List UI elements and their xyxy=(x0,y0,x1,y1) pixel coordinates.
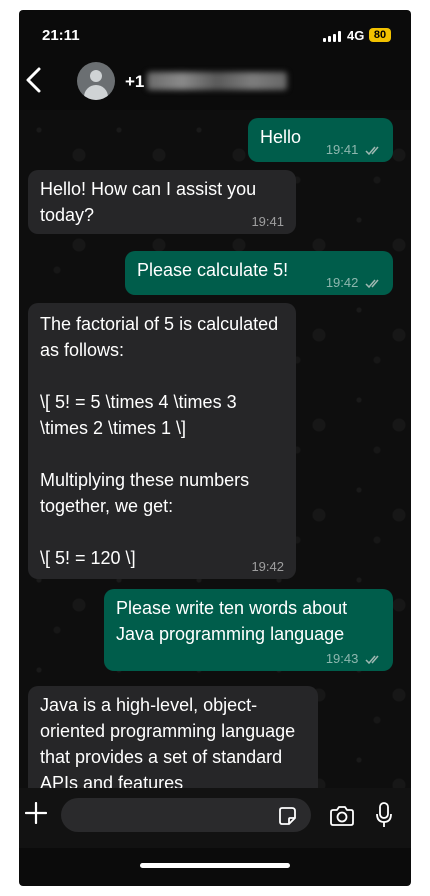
message-bubble-outgoing[interactable]: Please write ten words about Java progra… xyxy=(104,589,393,671)
plus-icon[interactable] xyxy=(25,802,47,824)
message-meta: 19:42 xyxy=(326,276,383,290)
phone-screen: 21:11 4G 80 +1 Hello 19:41 Hello! How ca… xyxy=(19,10,411,886)
microphone-icon[interactable] xyxy=(375,802,393,828)
network-label: 4G xyxy=(347,28,365,43)
sticker-icon[interactable] xyxy=(277,806,297,826)
home-indicator[interactable] xyxy=(140,863,290,868)
message-input[interactable] xyxy=(61,798,311,832)
status-bar: 21:11 4G 80 xyxy=(19,10,411,54)
message-meta: 19:41 xyxy=(251,215,284,229)
message-text: Hello! How can I assist you today? xyxy=(40,179,262,225)
signal-icon xyxy=(323,31,341,42)
message-text: The factorial of 5 is calculated as foll… xyxy=(40,314,279,568)
message-meta: 19:41 xyxy=(326,143,383,157)
read-receipt-icon xyxy=(365,655,379,664)
back-arrow-icon[interactable] xyxy=(23,66,47,94)
message-time: 19:41 xyxy=(251,214,284,229)
message-meta: 19:42 xyxy=(251,560,284,574)
message-time: 19:42 xyxy=(251,559,284,574)
chat-header: +1 xyxy=(19,54,411,110)
camera-icon[interactable] xyxy=(329,805,355,827)
status-time: 21:11 xyxy=(42,27,80,44)
read-receipt-icon xyxy=(365,146,379,155)
message-bubble-incoming[interactable]: Hello! How can I assist you today? 19:41 xyxy=(28,170,296,234)
message-bubble-outgoing[interactable]: Please calculate 5! 19:42 xyxy=(125,251,393,295)
redacted-contact-number xyxy=(147,72,287,90)
message-text: Please write ten words about Java progra… xyxy=(116,598,353,644)
message-input-bar xyxy=(19,788,411,848)
message-time: 19:43 xyxy=(325,651,359,666)
message-bubble-incoming[interactable]: The factorial of 5 is calculated as foll… xyxy=(28,303,296,579)
message-time: 19:42 xyxy=(325,275,359,290)
message-time: 19:41 xyxy=(325,142,359,157)
contact-name[interactable]: +1 xyxy=(125,72,144,92)
read-receipt-icon xyxy=(365,279,379,288)
message-bubble-outgoing[interactable]: Hello 19:41 xyxy=(248,118,393,162)
chat-area[interactable]: Hello 19:41 Hello! How can I assist you … xyxy=(19,110,411,816)
avatar[interactable] xyxy=(77,62,115,100)
battery-icon: 80 xyxy=(369,28,391,42)
message-meta: 19:43 xyxy=(326,652,383,666)
message-text: Java is a high-level, object-oriented pr… xyxy=(40,695,301,793)
